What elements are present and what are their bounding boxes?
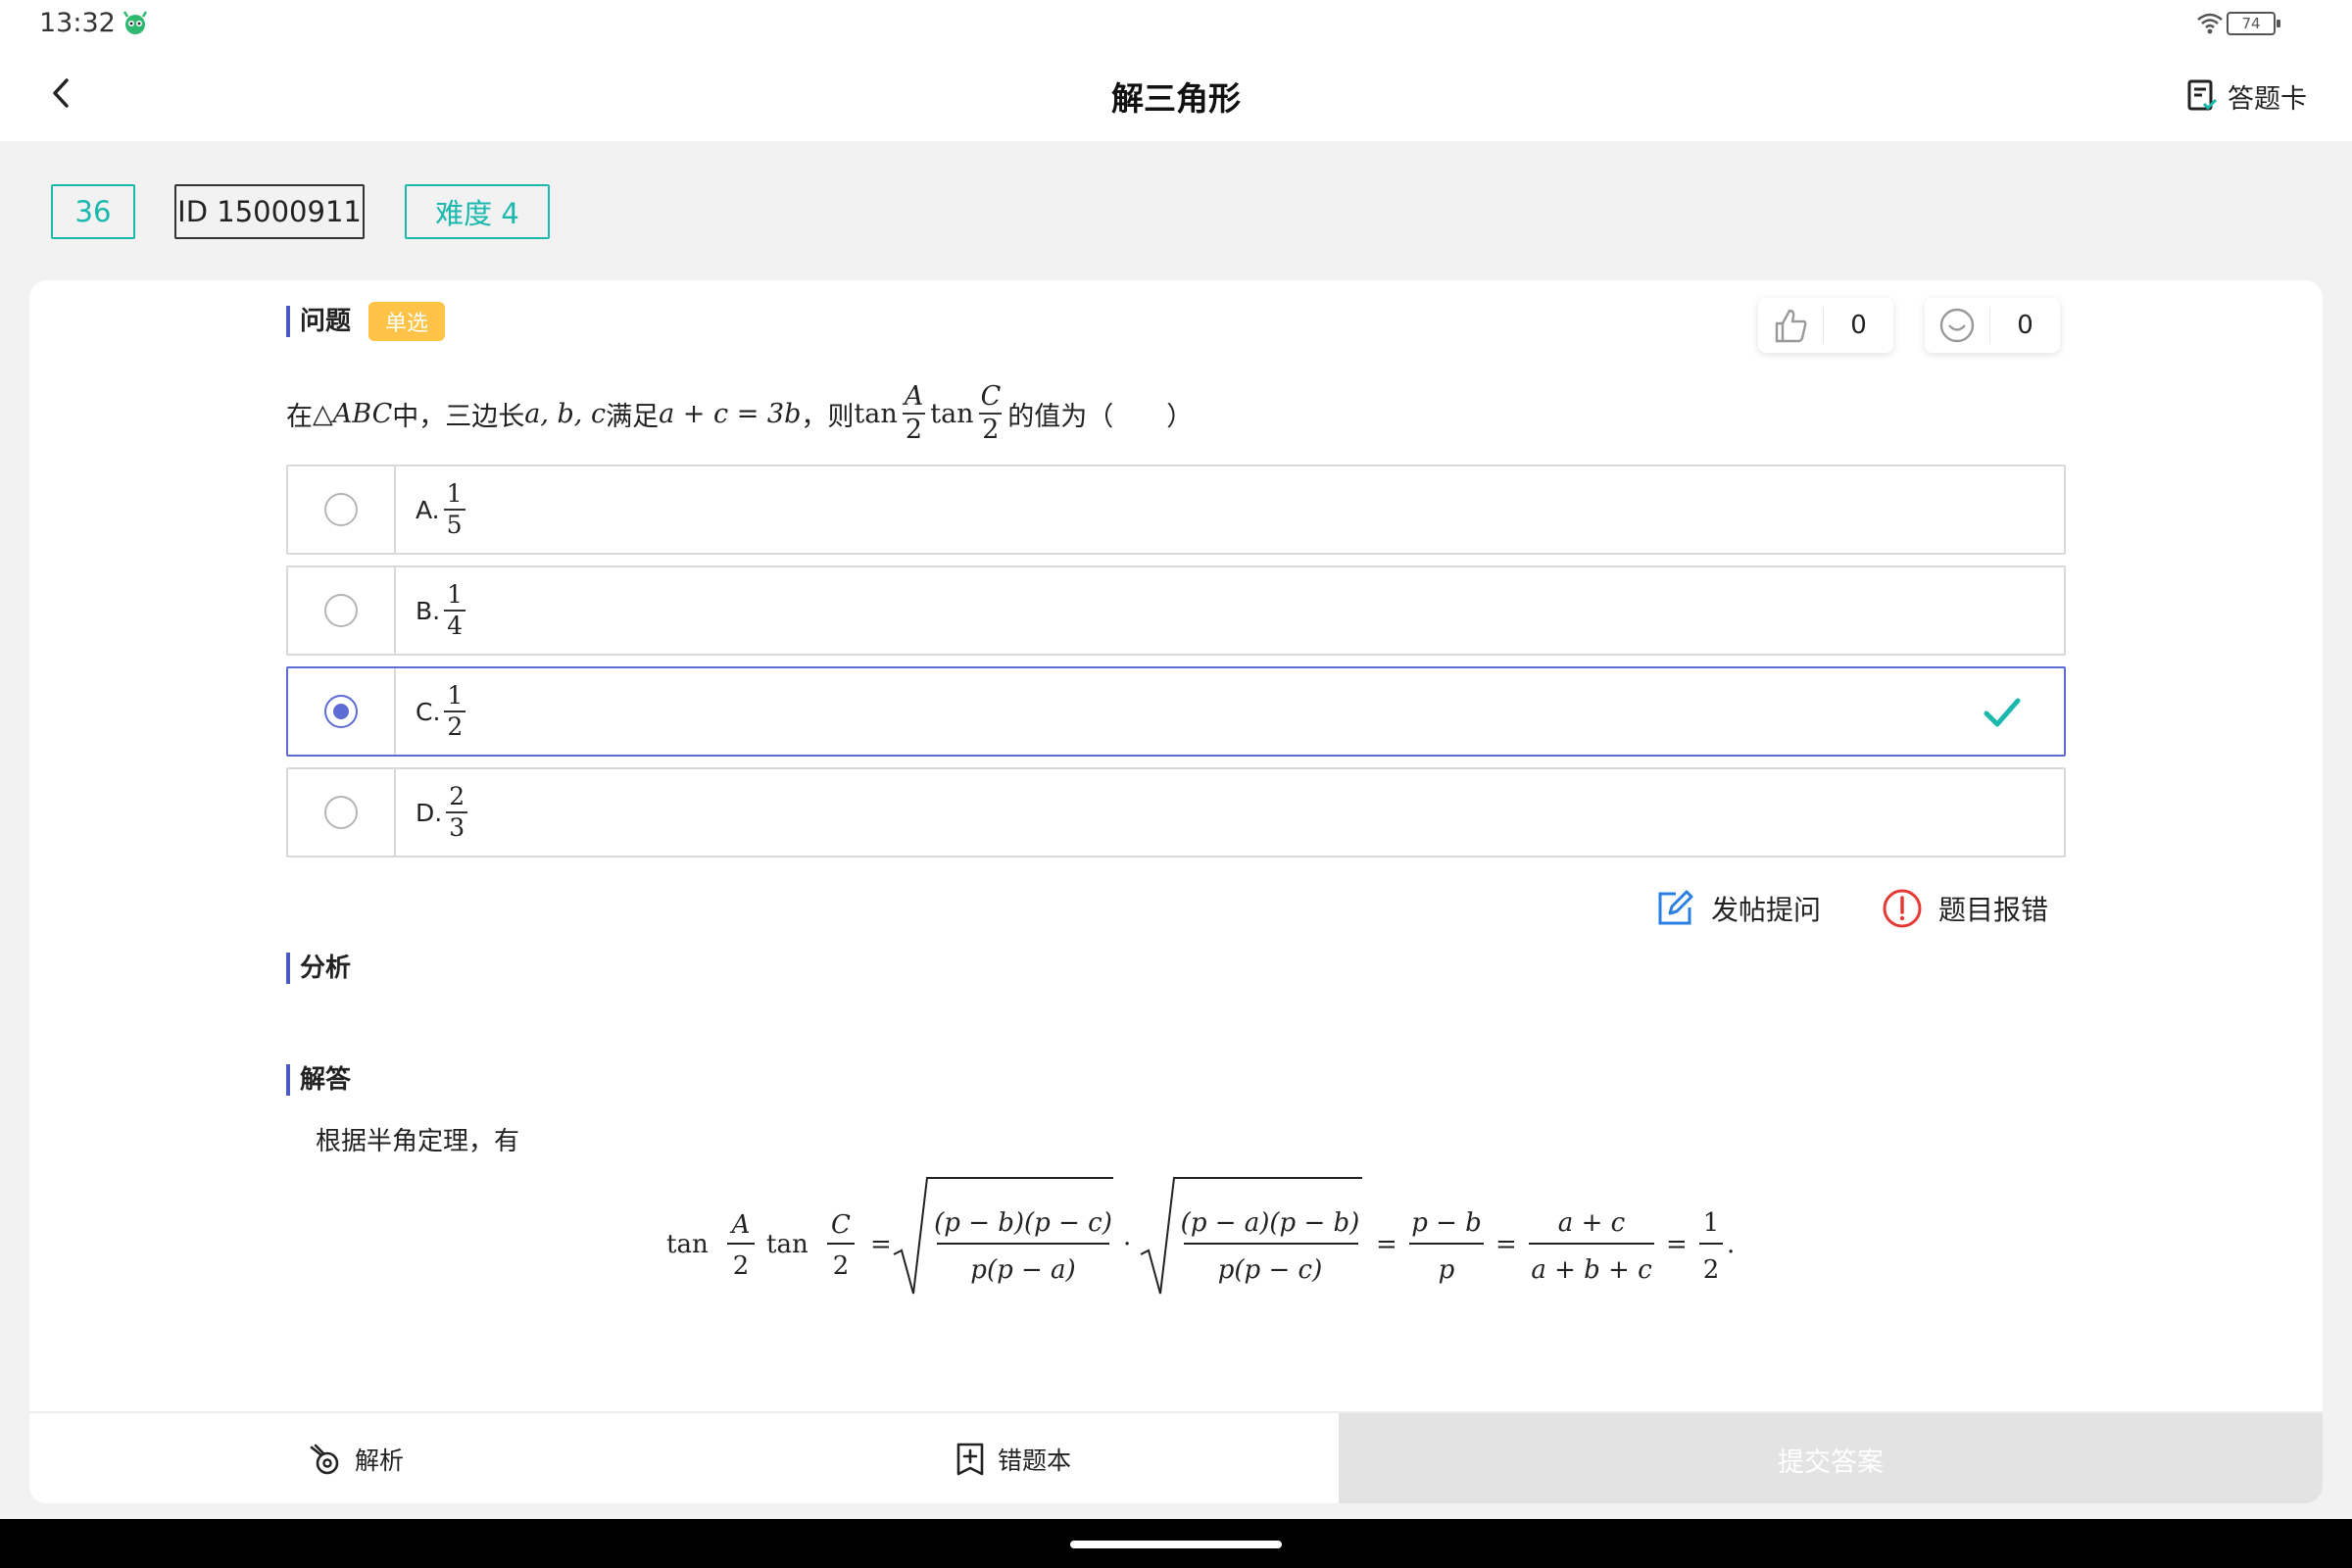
- answer-card-label: 答题卡: [2228, 83, 2307, 115]
- svg-text:.: .: [1727, 1230, 1735, 1259]
- option-letter: B.: [416, 596, 441, 625]
- svg-text:2: 2: [1703, 1255, 1720, 1285]
- svg-text:·: ·: [1123, 1230, 1131, 1259]
- whistle-icon: [310, 1444, 339, 1475]
- question-section-title: 问题: [286, 306, 351, 337]
- report-error-button[interactable]: 题目报错: [1882, 884, 2048, 933]
- option-letter: A.: [416, 495, 440, 524]
- svg-text:C: C: [831, 1210, 851, 1240]
- analysis-section-title: 分析: [286, 953, 351, 984]
- option-letter: D.: [416, 798, 443, 827]
- home-gesture-handle[interactable]: [1070, 1541, 1282, 1548]
- radio-button[interactable]: [324, 796, 358, 829]
- system-nav-bar: [0, 1519, 2352, 1568]
- svg-text:(p − a)(p − b): (p − a)(p − b): [1181, 1208, 1360, 1238]
- answer-card-button[interactable]: 答题卡: [2186, 76, 2307, 116]
- analysis-button-label: 解析: [355, 1446, 405, 1475]
- bottom-toolbar: 解析 错题本 提交答案: [29, 1411, 2323, 1503]
- solution-section-title: 解答: [286, 1064, 351, 1096]
- option-value: 23: [446, 783, 468, 842]
- solution-intro: 根据半角定理，有: [316, 1127, 520, 1156]
- svg-text:2: 2: [733, 1251, 750, 1281]
- svg-text:A: A: [730, 1210, 751, 1240]
- svg-text:(p − b)(p − c): (p − b)(p − c): [934, 1208, 1112, 1238]
- reaction-count: 0: [2017, 311, 2034, 340]
- radio-button[interactable]: [324, 493, 358, 526]
- svg-text:p(p − a): p(p − a): [970, 1255, 1075, 1285]
- status-bar: 13:32 74: [0, 0, 2352, 47]
- wifi-icon: [2197, 13, 2223, 34]
- solution-formula: tan A 2 tan C 2 = (p − b)(p − c) p(p − a…: [666, 1177, 1735, 1295]
- option-value: 12: [444, 682, 466, 741]
- option-b[interactable]: B. 14: [286, 565, 2066, 656]
- fraction-c-half: C 2: [979, 380, 1003, 445]
- svg-text:=: =: [1666, 1230, 1688, 1259]
- analysis-button[interactable]: 解析: [308, 1413, 404, 1503]
- reaction-button[interactable]: 0: [1925, 298, 2060, 353]
- option-d[interactable]: D. 23: [286, 767, 2066, 858]
- svg-text:=: =: [1495, 1230, 1517, 1259]
- post-question-button[interactable]: 发帖提问: [1654, 884, 1821, 933]
- svg-text:a + c: a + c: [1558, 1208, 1626, 1238]
- option-letter: C.: [416, 697, 441, 726]
- difficulty-tag: 难度 4: [405, 184, 550, 239]
- answer-card-icon: [2187, 79, 2218, 111]
- svg-text:=: =: [1376, 1230, 1397, 1259]
- svg-text:tan: tan: [766, 1230, 808, 1259]
- svg-text:tan: tan: [666, 1230, 709, 1259]
- bookmark-add-icon: [956, 1443, 984, 1476]
- status-time: 13:32: [39, 8, 116, 38]
- radio-button[interactable]: [324, 695, 358, 728]
- question-card: 问题 单选 0 0 在 △ABC 中，三边长 a, b, c 满足 a + c …: [29, 280, 2323, 1503]
- option-value: 14: [444, 581, 466, 640]
- robot-icon: [122, 11, 148, 34]
- svg-text:2: 2: [833, 1251, 850, 1281]
- battery-indicator: 74: [2227, 12, 2280, 35]
- report-error-label: 题目报错: [1938, 894, 2049, 926]
- svg-text:1: 1: [1703, 1208, 1720, 1238]
- svg-text:p: p: [1439, 1255, 1455, 1285]
- post-question-label: 发帖提问: [1711, 894, 1822, 926]
- check-icon: [1984, 698, 2021, 727]
- alert-icon: [1883, 889, 1922, 928]
- radio-button[interactable]: [324, 594, 358, 627]
- app-header: 解三角形 答题卡: [0, 47, 2352, 141]
- question-number-tag: 36: [51, 184, 135, 239]
- option-value: 15: [443, 480, 466, 539]
- svg-text:=: =: [870, 1230, 892, 1259]
- question-stem: 在 △ABC 中，三边长 a, b, c 满足 a + c = 3b ，则 ta…: [286, 380, 1194, 445]
- edit-icon: [1658, 890, 1693, 925]
- svg-text:p − b: p − b: [1411, 1208, 1482, 1238]
- question-type-badge: 单选: [368, 302, 445, 341]
- question-id-tag: ID 15000911: [174, 184, 365, 239]
- page-title: 解三角形: [1111, 79, 1241, 118]
- like-button[interactable]: 0: [1758, 298, 1893, 353]
- svg-text:p(p − c): p(p − c): [1218, 1255, 1322, 1285]
- option-a[interactable]: A. 15: [286, 465, 2066, 555]
- thumbs-up-icon: [1775, 309, 1807, 343]
- svg-text:a + b + c: a + b + c: [1531, 1255, 1652, 1285]
- like-count: 0: [1850, 311, 1867, 340]
- wrong-book-label: 错题本: [998, 1446, 1072, 1475]
- wrong-book-button[interactable]: 错题本: [955, 1413, 1071, 1503]
- smiley-icon: [1939, 308, 1975, 343]
- submit-answer-button[interactable]: 提交答案: [1339, 1413, 2323, 1503]
- fraction-a-half: A 2: [902, 380, 926, 445]
- option-c[interactable]: C. 12: [286, 666, 2066, 757]
